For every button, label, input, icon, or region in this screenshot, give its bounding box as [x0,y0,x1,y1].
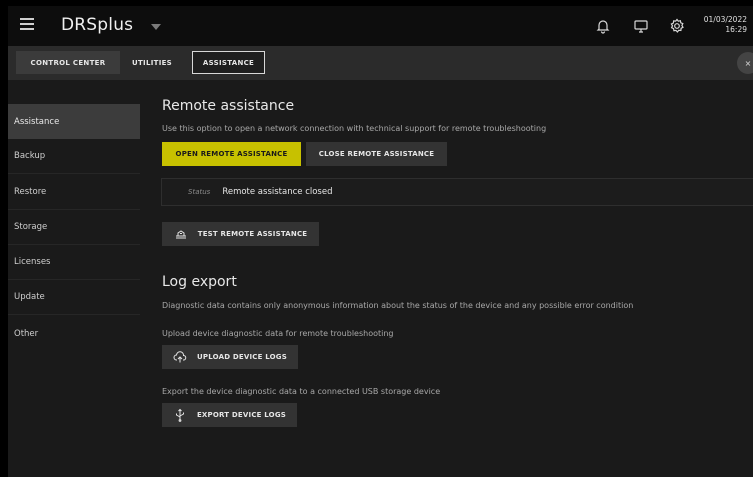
sidebar-item-storage[interactable]: Storage [8,210,140,245]
upload-device-logs-label: UPLOAD DEVICE LOGS [197,353,287,361]
menu-icon[interactable] [20,18,34,32]
datetime: 01/03/2022 16:29 [704,15,747,35]
time-text: 16:29 [725,25,747,34]
close-icon[interactable]: × [737,52,753,74]
status-label: Status [188,188,211,196]
sidebar-item-licenses[interactable]: Licenses [8,245,140,280]
main-panel: Remote assistance Use this option to ope… [140,80,753,477]
tab-utilities[interactable]: UTILITIES [126,51,178,74]
app-title: DRSplus [61,15,134,35]
gear-icon[interactable] [668,17,686,35]
dropdown-caret-icon[interactable] [151,24,161,30]
upload-logs-description: Upload device diagnostic data for remote… [162,329,394,338]
sidebar-item-other[interactable]: Other [8,316,140,351]
log-export-description: Diagnostic data contains only anonymous … [162,301,634,310]
top-bar: DRSplus 01/03/2022 16:29 [8,6,753,46]
bell-icon[interactable] [594,17,612,35]
close-remote-assistance-button[interactable]: CLOSE REMOTE ASSISTANCE [306,142,447,166]
upload-device-logs-button[interactable]: UPLOAD DEVICE LOGS [162,345,298,369]
sidebar-item-update[interactable]: Update [8,280,140,315]
remote-assistance-title: Remote assistance [162,98,295,114]
export-device-logs-label: EXPORT DEVICE LOGS [196,411,287,419]
sidebar-item-backup[interactable]: Backup [8,139,140,174]
tab-assistance[interactable]: ASSISTANCE [192,51,265,74]
cloud-upload-icon [173,350,187,364]
test-remote-assistance-label: TEST REMOTE ASSISTANCE [197,230,308,238]
log-export-title: Log export [162,274,237,290]
status-box: Status Remote assistance closed [161,178,753,206]
export-device-logs-button[interactable]: EXPORT DEVICE LOGS [162,403,297,427]
date-text: 01/03/2022 [703,15,747,24]
app-window: DRSplus 01/03/2022 16:29 CONTROL CENTER … [8,6,753,477]
export-logs-description: Export the device diagnostic data to a c… [162,387,441,396]
monitor-icon[interactable] [632,17,650,35]
tab-control-center[interactable]: CONTROL CENTER [16,51,120,74]
remote-assistance-description: Use this option to open a network connec… [162,124,547,133]
handshake-icon [174,227,188,241]
sidebar-item-restore[interactable]: Restore [8,175,140,210]
sidebar: Assistance Backup Restore Storage Licens… [8,80,140,477]
open-remote-assistance-button[interactable]: OPEN REMOTE ASSISTANCE [162,142,301,166]
usb-icon [173,408,187,422]
tab-bar: CONTROL CENTER UTILITIES ASSISTANCE × [8,46,753,80]
status-value: Remote assistance closed [222,187,333,197]
sidebar-item-assistance[interactable]: Assistance [8,104,140,139]
test-remote-assistance-button[interactable]: TEST REMOTE ASSISTANCE [162,222,319,246]
